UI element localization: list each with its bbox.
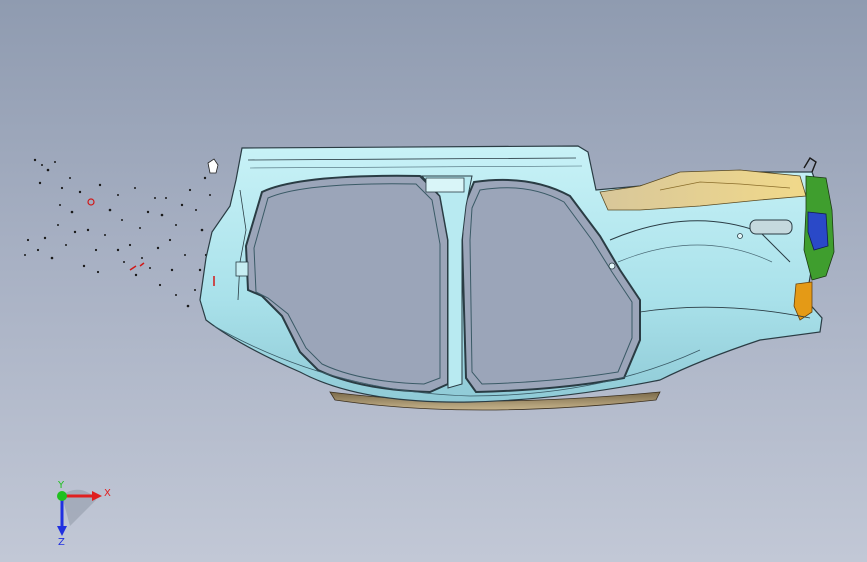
cad-3d-viewport[interactable]: X Y Z <box>0 0 867 562</box>
rear-hole-2 <box>737 233 743 239</box>
z-axis-label: Z <box>58 537 65 548</box>
b-pillar-cap <box>425 177 465 193</box>
x-axis-label: X <box>104 488 111 499</box>
axis-triad: X Y Z <box>57 480 111 548</box>
tail-hook <box>803 157 817 173</box>
front-bracket <box>235 261 249 277</box>
rear-hole-1 <box>608 262 616 270</box>
y-axis-dot <box>57 491 67 501</box>
rear-slot <box>749 219 793 235</box>
y-axis-label: Y <box>57 480 65 491</box>
z-axis-arrow <box>57 526 67 536</box>
model-scene[interactable] <box>0 0 867 562</box>
point-cloud-markers <box>87 158 219 271</box>
x-axis-arrow <box>92 491 102 501</box>
